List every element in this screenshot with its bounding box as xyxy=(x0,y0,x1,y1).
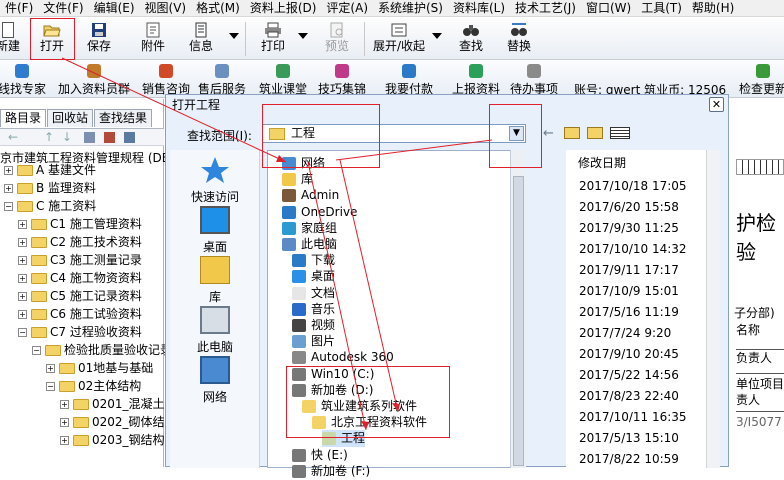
annotation-arrow xyxy=(61,57,287,163)
annotation-arrowhead xyxy=(361,421,369,430)
annotation-arrow xyxy=(339,159,399,413)
annotation-arrowhead xyxy=(392,403,400,412)
annotation-arrow xyxy=(307,161,367,431)
annotation-arrowhead xyxy=(276,155,286,162)
annotation-arrows xyxy=(61,57,493,431)
annotation-arrow xyxy=(335,139,493,161)
